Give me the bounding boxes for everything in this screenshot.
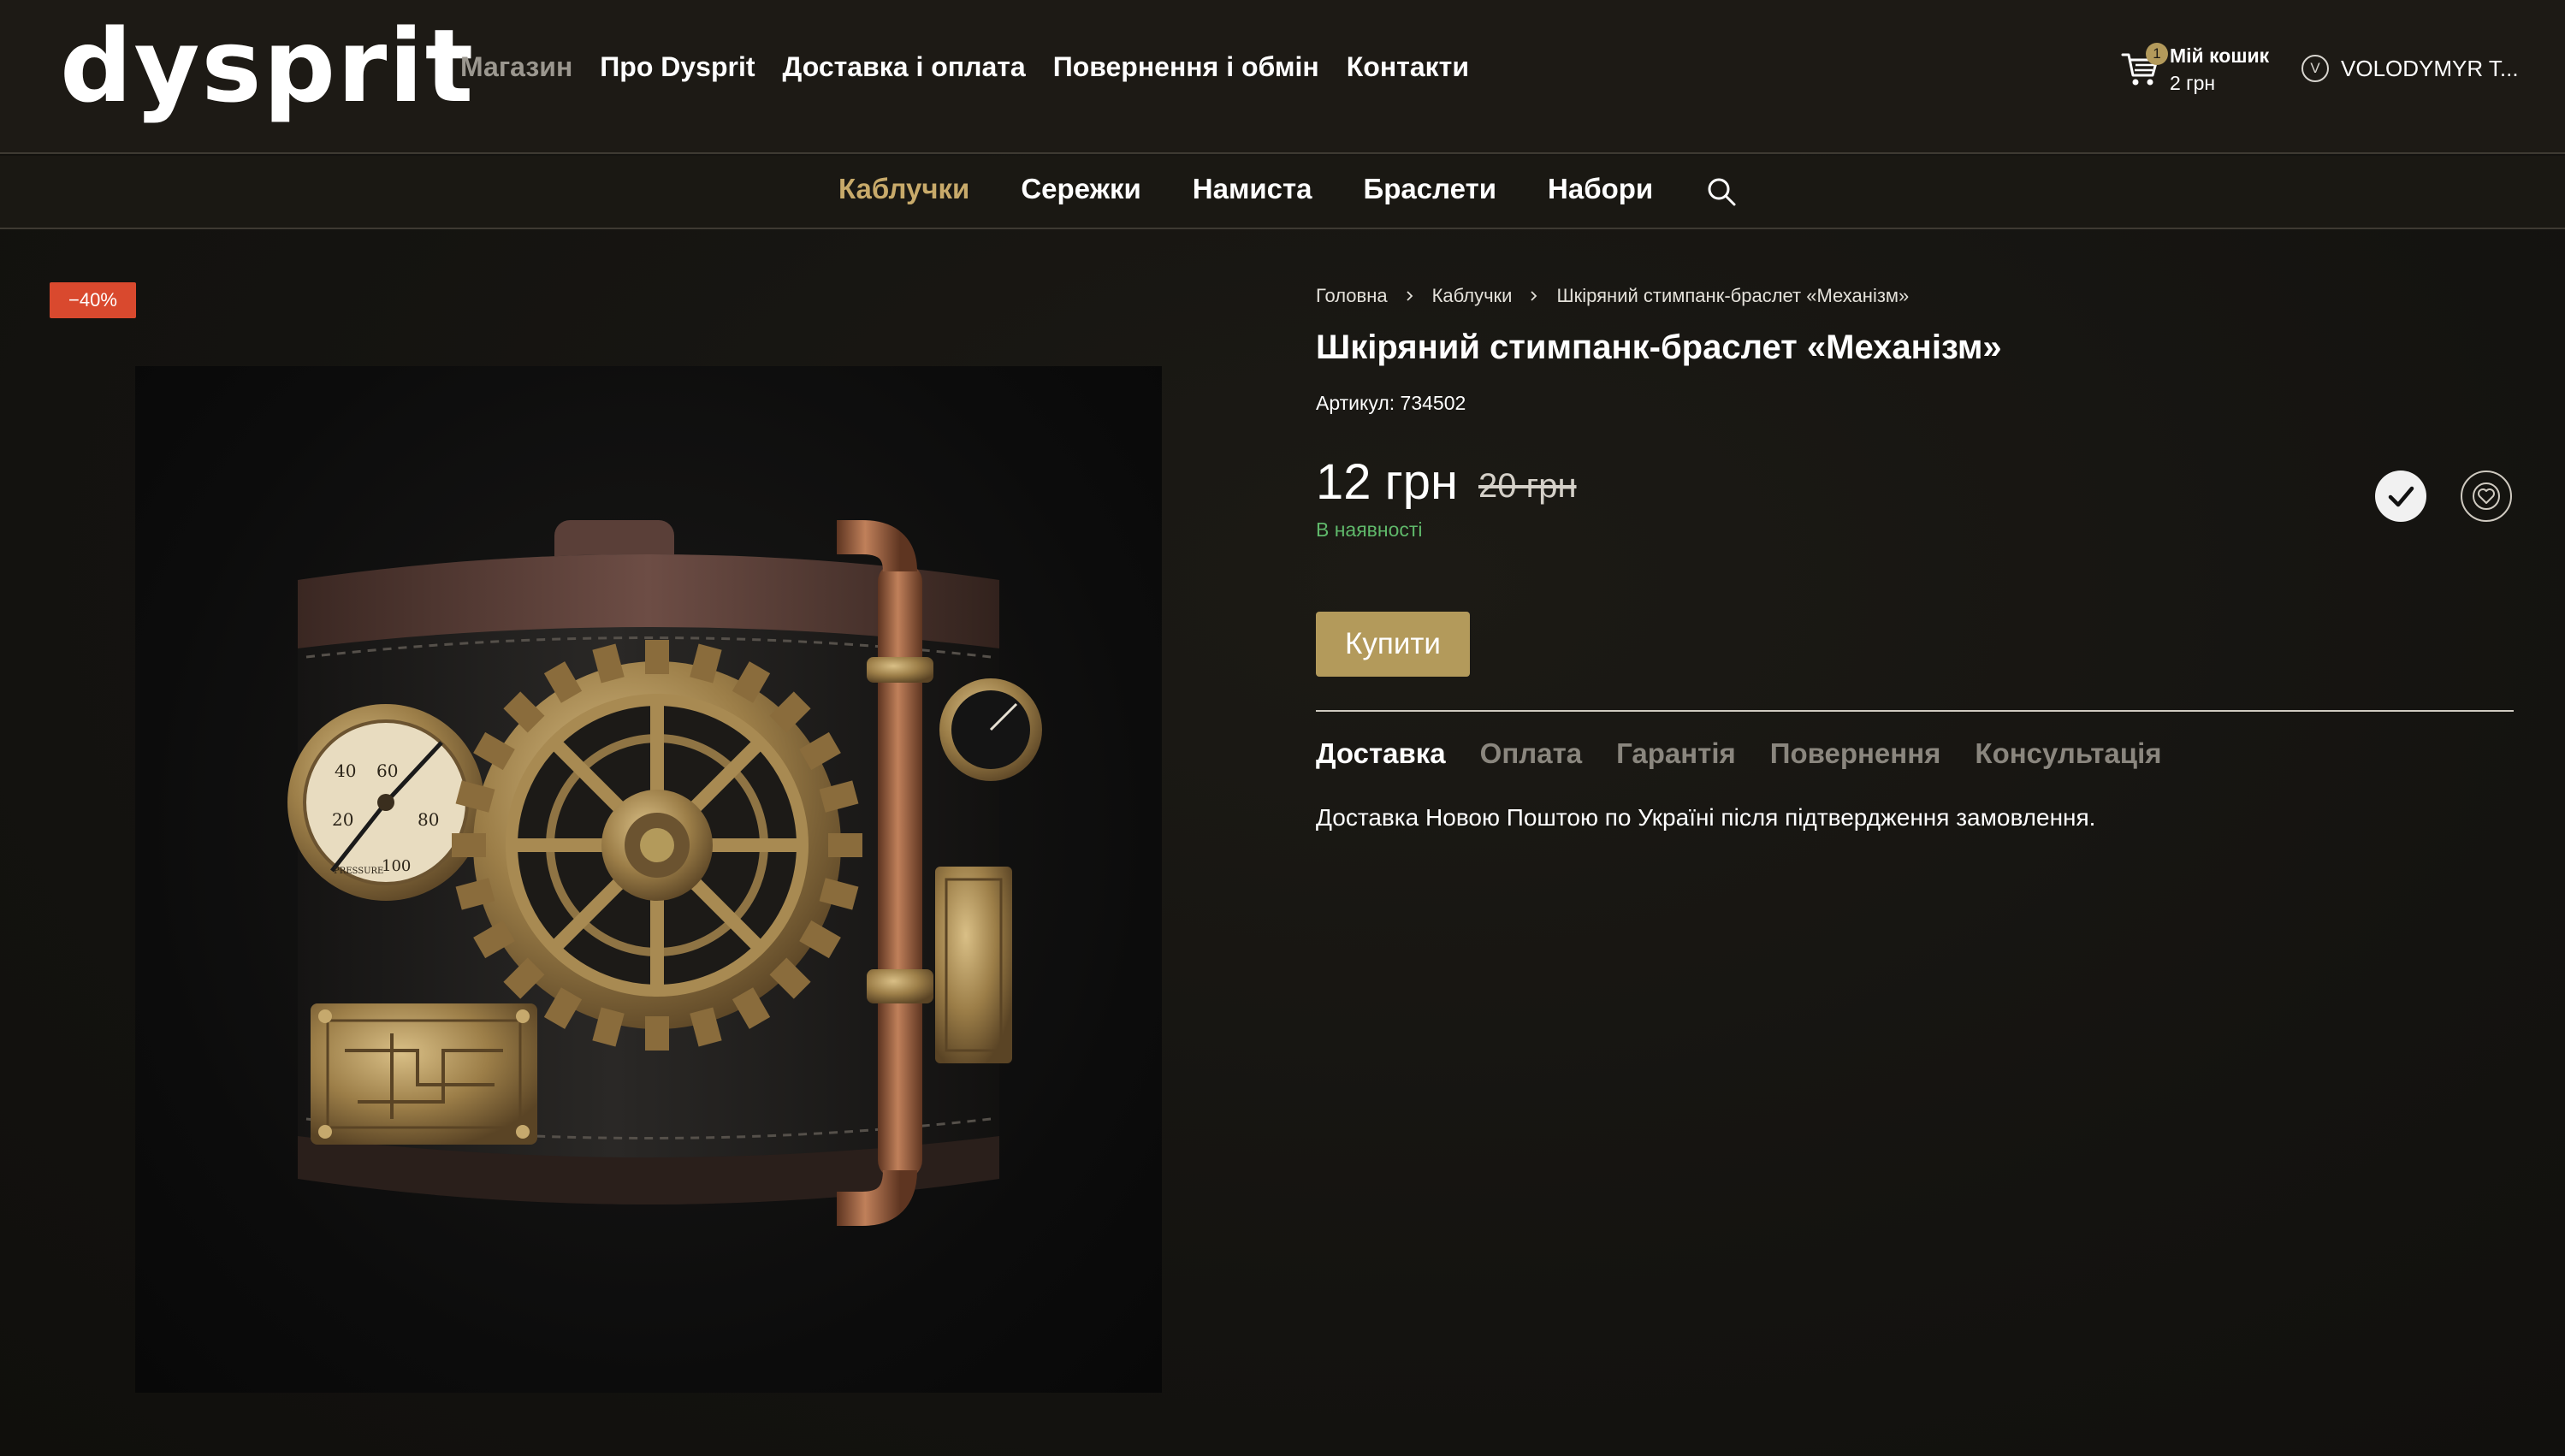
product-sku: Артикул: 734502 — [1316, 392, 1466, 414]
category-necklaces[interactable]: Намиста — [1193, 173, 1312, 205]
chevron-right-icon — [1406, 291, 1413, 301]
gauge-label-pressure: PRESSURE — [334, 867, 383, 876]
category-rings[interactable]: Каблучки — [838, 173, 969, 205]
breadcrumb-home[interactable]: Головна — [1316, 285, 1388, 307]
info-tabs: Доставка Оплата Гарантія Повернення Конс… — [1316, 737, 2162, 770]
nav-link-about[interactable]: Про Dysprit — [600, 51, 755, 83]
gauge-label-20: 20 — [332, 809, 353, 830]
nav-link-returns[interactable]: Повернення і обмін — [1053, 51, 1319, 83]
tab-content-text: Доставка Новою Поштою по Україні після п… — [1316, 804, 2096, 831]
user-avatar: V — [2301, 55, 2329, 82]
steampunk-bracelet-illustration: 20 40 60 80 100 PRESSURE — [287, 520, 1042, 1226]
cart-count-badge: 1 — [2146, 43, 2168, 65]
nav-link-contacts[interactable]: Контакти — [1347, 51, 1469, 83]
site-header: dysprit Магазин Про Dysprit Доставка і о… — [0, 0, 2565, 154]
tab-warranty[interactable]: Гарантія — [1616, 737, 1736, 770]
compare-button[interactable] — [2375, 471, 2426, 522]
buy-button[interactable]: Купити — [1316, 612, 1470, 677]
search-icon[interactable] — [1704, 175, 1739, 209]
tab-payment[interactable]: Оплата — [1480, 737, 1582, 770]
product-title: Шкіряний стимпанк-браслет «Механізм» — [1316, 328, 2002, 366]
main-nav: Магазин Про Dysprit Доставка і оплата По… — [460, 51, 1469, 83]
user-name: VOLODYMYR T... — [2341, 55, 2519, 81]
category-earrings[interactable]: Сережки — [1021, 173, 1140, 205]
breadcrumb-current: Шкіряний стимпанк-браслет «Механізм» — [1556, 285, 1910, 306]
breadcrumb-category[interactable]: Каблучки — [1432, 285, 1513, 307]
category-nav: Каблучки Сережки Намиста Браслети Набори — [838, 173, 1653, 205]
section-divider — [1316, 710, 2514, 712]
category-sets[interactable]: Набори — [1548, 173, 1653, 205]
breadcrumb: Головна Каблучки Шкіряний стимпанк-брасл… — [1316, 285, 1909, 307]
chevron-right-icon — [1531, 291, 1537, 301]
cart-button[interactable]: 1 Мій кошик 2 грн — [2120, 43, 2283, 103]
nav-link-shop[interactable]: Магазин — [460, 51, 572, 83]
gauge-label-100: 100 — [382, 857, 411, 875]
nav-link-delivery[interactable]: Доставка і оплата — [783, 51, 1026, 83]
category-bracelets[interactable]: Браслети — [1364, 173, 1496, 205]
gauge-label-80: 80 — [418, 809, 439, 830]
gauge-label-40: 40 — [335, 761, 356, 781]
cart-label: Мій кошик — [2170, 44, 2270, 67]
category-bar: Каблучки Сережки Намиста Браслети Набори — [0, 156, 2565, 229]
tab-returns[interactable]: Повернення — [1770, 737, 1941, 770]
stock-status: В наявності — [1316, 518, 1423, 541]
tab-delivery[interactable]: Доставка — [1316, 737, 1446, 770]
gauge-label-60: 60 — [376, 761, 398, 781]
product-price: 12 грн — [1316, 454, 1459, 510]
heart-icon — [2473, 482, 2500, 510]
product-image[interactable]: 20 40 60 80 100 PRESSURE — [135, 366, 1162, 1393]
product-old-price: 20 грн — [1478, 467, 1577, 505]
checkmark-icon — [2388, 486, 2414, 507]
tab-consultation[interactable]: Консультація — [1975, 737, 2161, 770]
cart-total: 2 грн — [2170, 72, 2216, 94]
wishlist-button[interactable] — [2461, 471, 2512, 522]
user-menu[interactable]: V VOLODYMYR T... — [2301, 55, 2519, 82]
site-logo[interactable]: dysprit — [60, 15, 475, 116]
discount-badge: −40% — [50, 282, 136, 318]
